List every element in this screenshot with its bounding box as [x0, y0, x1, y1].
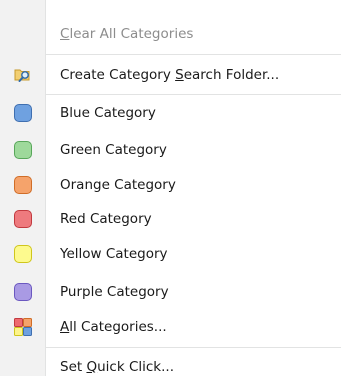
category-context-menu: Clear All Categories Create Category Sea… [0, 0, 341, 376]
blue-category-item[interactable]: Blue Category [0, 95, 341, 131]
all-categories-label: All Categories... [60, 319, 167, 335]
purple-category-icon [14, 283, 32, 301]
orange-category-item[interactable]: Orange Category [0, 167, 341, 203]
green-category-label: Green Category [60, 142, 167, 158]
all-categories-icon [14, 318, 32, 336]
menu-separator [46, 347, 341, 348]
all-categories-item[interactable]: All Categories... [0, 309, 341, 345]
set-quick-click-item[interactable]: Set Quick Click... [0, 349, 341, 376]
green-category-icon [14, 141, 32, 159]
folder-search-icon [14, 66, 32, 84]
menu-separator [46, 54, 341, 55]
create-category-search-folder-item[interactable]: Create Category Search Folder... [0, 57, 341, 93]
set-quick-click-label: Set Quick Click... [60, 359, 174, 375]
yellow-category-label: Yellow Category [60, 246, 168, 262]
clear-all-categories-item: Clear All Categories [0, 16, 341, 52]
blue-category-icon [14, 104, 32, 122]
red-category-label: Red Category [60, 211, 152, 227]
green-category-item[interactable]: Green Category [0, 132, 341, 168]
yellow-category-icon [14, 245, 32, 263]
red-category-item[interactable]: Red Category [0, 201, 341, 237]
yellow-category-item[interactable]: Yellow Category [0, 236, 341, 272]
orange-category-label: Orange Category [60, 177, 176, 193]
blue-category-label: Blue Category [60, 105, 156, 121]
create-category-search-folder-label: Create Category Search Folder... [60, 67, 280, 83]
red-category-icon [14, 210, 32, 228]
orange-category-icon [14, 176, 32, 194]
purple-category-label: Purple Category [60, 284, 169, 300]
clear-all-categories-label: Clear All Categories [60, 26, 194, 42]
purple-category-item[interactable]: Purple Category [0, 274, 341, 310]
